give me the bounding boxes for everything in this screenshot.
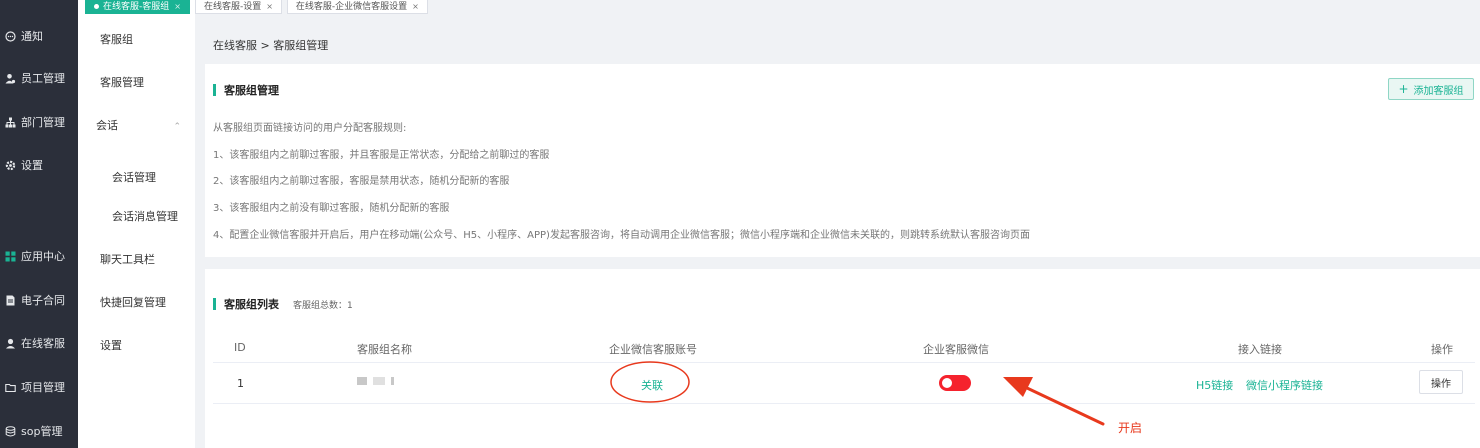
folder-icon	[4, 381, 17, 394]
gear-icon	[4, 159, 17, 172]
group-list-title: 客服组列表	[224, 298, 279, 311]
redacted-name	[357, 377, 394, 385]
nav-item-notify[interactable]: 通知	[0, 26, 78, 46]
rule-item: 1、该客服组内之前聊过客服，并且客服是正常状态，分配给之前聊过的客服	[213, 150, 550, 161]
nav-label: 项目管理	[21, 381, 65, 394]
column-header-action: 操作	[1431, 343, 1453, 356]
accent-bar	[213, 84, 216, 96]
nav-item-settings[interactable]: 设置	[0, 155, 78, 175]
group-manage-title: 客服组管理	[224, 84, 279, 97]
tab-bar: 在线客服-客服组 × 在线客服-设置 × 在线客服-企业微信客服设置 ×	[85, 0, 428, 14]
plus-icon: +	[1398, 82, 1409, 96]
rule-item: 3、该客服组内之前没有聊过客服，随机分配新的客服	[213, 203, 450, 214]
nav-label: sop管理	[21, 425, 63, 438]
sub-nav-item-settings[interactable]: 设置	[78, 335, 195, 355]
add-group-label: 添加客服组	[1413, 85, 1464, 97]
sub-nav-label: 快捷回复管理	[100, 296, 166, 309]
sub-nav-item-agent[interactable]: 客服管理	[78, 72, 195, 92]
section-title: 客服组管理	[213, 82, 279, 98]
tab-label: 在线客服-企业微信客服设置	[295, 2, 408, 12]
close-icon[interactable]: ×	[266, 2, 273, 11]
sub-nav-label: 会话消息管理	[112, 210, 178, 223]
sub-nav-label: 会话	[96, 119, 118, 132]
tab-label: 在线客服-设置	[203, 2, 262, 12]
column-header-wecom-account: 企业微信客服账号	[609, 343, 697, 356]
rule-item: 4、配置企业微信客服并开启后，用户在移动端(公众号、H5、小程序、APP)发起客…	[213, 230, 1030, 241]
nav-label: 电子合同	[21, 294, 65, 307]
database-icon	[4, 425, 17, 438]
sub-nav-label: 客服管理	[100, 76, 144, 89]
sub-nav-item-quick-reply[interactable]: 快捷回复管理	[78, 292, 195, 312]
document-icon	[4, 294, 17, 307]
link-wecom-account[interactable]: 关联	[641, 377, 663, 393]
add-group-button[interactable]: + 添加客服组	[1388, 78, 1474, 100]
sub-nav-label: 会话管理	[112, 171, 156, 184]
column-header-link: 接入链接	[1238, 343, 1282, 356]
divider	[213, 403, 1475, 404]
group-list-card: 客服组列表 客服组总数：1 ID 客服组名称 企业微信客服账号 企业客服微信 接…	[205, 269, 1480, 448]
close-icon[interactable]: ×	[174, 2, 181, 11]
annotation-label: 开启	[1118, 421, 1143, 435]
cell-id: 1	[237, 377, 244, 390]
chat-bubble-icon	[4, 30, 17, 43]
sub-nav-item-message-manage[interactable]: 会话消息管理	[78, 206, 195, 226]
rule-intro: 从客服组页面链接访问的用户分配客服规则:	[213, 123, 407, 134]
tab-settings[interactable]: 在线客服-设置 ×	[194, 0, 282, 14]
nav-item-project[interactable]: 项目管理	[0, 377, 78, 397]
nav-label: 通知	[21, 30, 43, 43]
sub-nav-label: 设置	[100, 339, 122, 352]
wecom-enable-toggle[interactable]	[939, 375, 971, 391]
nav-item-online-service[interactable]: 在线客服	[0, 333, 78, 353]
tab-group[interactable]: 在线客服-客服组 ×	[85, 0, 190, 14]
sub-nav-item-group[interactable]: 客服组	[78, 29, 195, 49]
org-chart-icon	[4, 116, 17, 129]
tab-wecom-settings[interactable]: 在线客服-企业微信客服设置 ×	[286, 0, 428, 14]
nav-item-contract[interactable]: 电子合同	[0, 290, 78, 310]
nav-label: 员工管理	[21, 72, 65, 85]
group-manage-card: 客服组管理 + 添加客服组 从客服组页面链接访问的用户分配客服规则: 1、该客服…	[205, 64, 1480, 257]
section-title: 客服组列表 客服组总数：1	[213, 296, 353, 312]
nav-item-app-center[interactable]: 应用中心	[0, 246, 78, 266]
link-miniprogram[interactable]: 微信小程序链接	[1246, 377, 1323, 393]
toggle-knob	[942, 378, 952, 388]
nav-label: 在线客服	[21, 337, 65, 350]
column-header-id: ID	[234, 341, 246, 354]
sub-nav-label: 客服组	[100, 33, 133, 46]
nav-item-sop[interactable]: sop管理	[0, 421, 78, 441]
sub-nav-item-session-manage[interactable]: 会话管理	[78, 167, 195, 187]
active-dot-icon	[94, 4, 99, 9]
main-sidebar: 通知 员工管理 部门管理 设置 应用中心 电子合同 在线客服 项目管理 sop管…	[0, 0, 78, 448]
breadcrumb: 在线客服 > 客服组管理	[213, 39, 329, 52]
nav-item-staff[interactable]: 员工管理	[0, 68, 78, 88]
app-grid-icon	[4, 250, 17, 263]
nav-item-dept[interactable]: 部门管理	[0, 112, 78, 132]
chevron-up-icon[interactable]: ⌃	[173, 122, 181, 132]
close-icon[interactable]: ×	[412, 2, 419, 11]
user-group-icon	[4, 72, 17, 85]
row-action-button[interactable]: 操作	[1419, 370, 1463, 394]
nav-label: 部门管理	[21, 116, 65, 129]
column-header-name: 客服组名称	[357, 343, 412, 356]
sub-sidebar: 客服组 客服管理 会话 ⌃ 会话管理 会话消息管理 聊天工具栏 快捷回复管理 设…	[78, 0, 195, 448]
accent-bar	[213, 298, 216, 310]
link-h5[interactable]: H5链接	[1196, 377, 1233, 393]
column-header-wecom-enabled: 企业客服微信	[923, 343, 989, 356]
group-count: 客服组总数：1	[293, 300, 353, 311]
divider	[213, 362, 1475, 363]
headset-icon	[4, 337, 17, 350]
sub-nav-label: 聊天工具栏	[100, 253, 155, 266]
rule-item: 2、该客服组内之前聊过客服，客服是禁用状态，随机分配新的客服	[213, 176, 510, 187]
sub-nav-item-toolbar[interactable]: 聊天工具栏	[78, 249, 195, 269]
nav-label: 应用中心	[21, 250, 65, 263]
nav-label: 设置	[21, 159, 43, 172]
tab-label: 在线客服-客服组	[103, 2, 170, 12]
